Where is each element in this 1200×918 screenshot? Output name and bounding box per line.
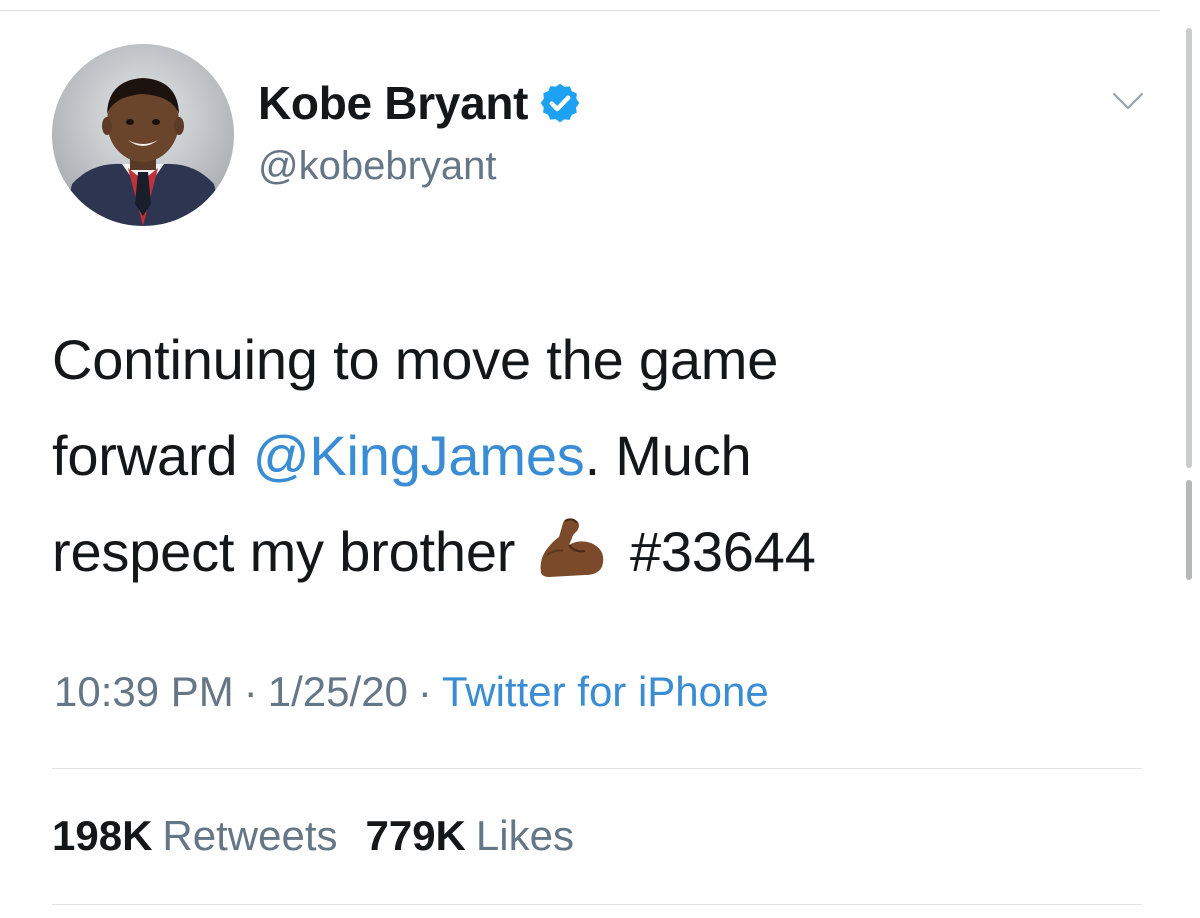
tweet-text-line-1: Continuing to move the game <box>52 328 779 391</box>
tweet-stats: 198K Retweets 779K Likes <box>52 812 574 860</box>
avatar[interactable] <box>52 44 234 226</box>
bottom-divider <box>52 904 1142 905</box>
tweet-time[interactable]: 10:39 PM <box>54 668 234 716</box>
meta-separator: · <box>417 668 432 715</box>
tweet-source-link[interactable]: Twitter for iPhone <box>442 668 769 716</box>
verified-badge-icon <box>540 83 580 123</box>
tweet-text-line-2: forward @KingJames. Much <box>52 408 1152 504</box>
tweet-text-segment: . Much <box>584 424 752 487</box>
top-divider <box>0 10 1160 11</box>
flexed-biceps-emoji-icon <box>535 512 609 577</box>
scrollbar[interactable] <box>1186 18 1192 898</box>
mention-link[interactable]: @KingJames <box>253 424 585 487</box>
tweet-detail-view: Kobe Bryant @kobebryant Continuing to mo… <box>0 0 1200 918</box>
chevron-down-icon[interactable] <box>1108 86 1148 116</box>
tweet-text-segment: forward <box>52 424 253 487</box>
avatar-image <box>52 44 234 226</box>
scrollbar-thumb-secondary[interactable] <box>1186 480 1192 580</box>
meta-separator: · <box>243 668 258 715</box>
hashtag[interactable]: #33644 <box>630 520 816 583</box>
likes-label[interactable]: Likes <box>476 812 574 860</box>
retweets-label[interactable]: Retweets <box>162 812 337 860</box>
likes-count[interactable]: 779K <box>365 812 465 860</box>
retweets-count[interactable]: 198K <box>52 812 152 860</box>
tweet-date[interactable]: 1/25/20 <box>268 668 408 716</box>
author-name-row[interactable]: Kobe Bryant <box>258 76 582 130</box>
tweet-meta: 10:39 PM · 1/25/20 · Twitter for iPhone <box>54 668 769 716</box>
display-name[interactable]: Kobe Bryant <box>258 76 528 130</box>
author-handle[interactable]: @kobebryant <box>258 144 497 189</box>
tweet-text-line-3: respect my brother #33644 <box>52 504 1152 600</box>
stats-divider <box>52 768 1142 769</box>
tweet-text-segment: respect my brother <box>52 520 516 583</box>
scrollbar-thumb[interactable] <box>1186 28 1192 468</box>
tweet-text: Continuing to move the game forward @Kin… <box>52 312 1152 600</box>
